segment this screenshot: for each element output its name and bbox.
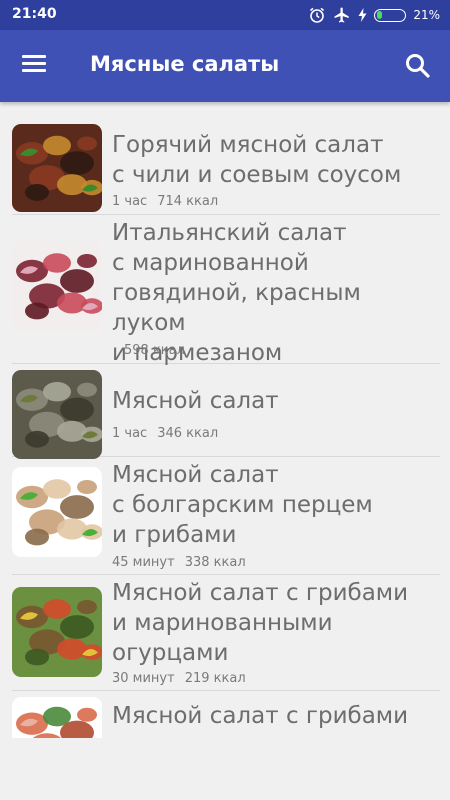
recipe-meta: 1 час 714 ккал <box>112 194 218 209</box>
battery-icon <box>374 8 407 22</box>
recipe-meta: 45 минут 338 ккал <box>112 555 246 570</box>
recipe-title-line: и грибами <box>112 522 237 548</box>
page-title: Мясные салаты <box>90 52 280 76</box>
alarm-icon <box>310 7 325 23</box>
recipe-time: 1 час <box>112 426 148 441</box>
recipe-thumbnail <box>12 124 102 212</box>
recipe-title: Мясной салат <box>112 386 440 416</box>
recipe-list-item[interactable]: Мясной салат с болгарским перцем и грибами… <box>12 457 440 575</box>
recipe-meta: 30 минут 219 ккал <box>112 671 246 686</box>
recipe-title-line: с болгарским перцем <box>112 492 373 518</box>
recipe-list-item[interactable]: Итальянский салат с маринованной говядиной… <box>12 215 440 366</box>
recipe-list-item[interactable]: Горячий мясной салат с чили и соевым соус… <box>12 118 440 215</box>
recipe-title-line: с чили и соевым соусом <box>112 162 402 188</box>
recipe-time: 1 час <box>112 194 148 209</box>
status-bar: 21:40 21% <box>0 0 450 30</box>
recipe-title: Мясной салат с грибами и маринованными огу… <box>112 578 440 668</box>
menu-button[interactable] <box>18 52 52 80</box>
recipe-title-line: Мясной салат с грибами <box>112 580 409 606</box>
recipe-meta: 598 ккал <box>124 343 185 358</box>
recipe-list-item[interactable]: Мясной салат с грибами <box>12 691 440 738</box>
recipe-calories: 598 ккал <box>124 343 185 358</box>
recipe-calories: 338 ккал <box>184 555 246 570</box>
recipe-title: Горячий мясной салат с чили и соевым соус… <box>112 130 440 190</box>
recipe-title-line: и маринованными <box>112 610 333 636</box>
recipe-time: 30 минут <box>112 671 175 686</box>
recipe-calories: 219 ккал <box>184 671 246 686</box>
recipe-list: Горячий мясной салат с чили и соевым соус… <box>0 118 450 738</box>
menu-icon <box>18 55 52 72</box>
recipe-title: Мясной салат с грибами <box>112 701 440 731</box>
recipe-title-line: огурцами <box>112 640 229 666</box>
recipe-calories: 714 ккал <box>157 194 219 209</box>
recipe-title-line: говядиной, красным луком <box>112 280 361 336</box>
search-button[interactable] <box>402 50 434 82</box>
recipe-title: Мясной салат с болгарским перцем и грибами <box>112 460 440 550</box>
recipe-title-line: Мясной салат <box>112 388 279 414</box>
search-icon <box>406 54 430 78</box>
recipe-list-item[interactable]: Мясной салат 1 час 346 ккал <box>12 364 440 459</box>
charging-icon <box>358 8 367 22</box>
recipe-thumbnail <box>12 241 102 331</box>
status-time: 21:40 <box>12 6 57 22</box>
app-bar: Мясные салаты <box>0 30 450 102</box>
recipe-title-line: с маринованной <box>112 250 309 276</box>
recipe-thumbnail <box>12 587 102 677</box>
recipe-time: 45 минут <box>112 555 175 570</box>
recipe-thumbnail <box>12 467 102 557</box>
battery-level <box>376 11 383 19</box>
recipe-thumbnail <box>12 370 102 459</box>
recipe-calories: 346 ккал <box>157 426 219 441</box>
recipe-list-item[interactable]: Мясной салат с грибами и маринованными огу… <box>12 575 440 691</box>
recipe-title-line: Итальянский салат <box>112 220 347 246</box>
status-icons: 21% <box>308 5 440 25</box>
recipe-title-line: Мясной салат <box>112 462 279 488</box>
recipe-meta: 1 час 346 ккал <box>112 426 218 441</box>
recipe-thumbnail <box>12 697 102 738</box>
battery-percent: 21% <box>413 8 440 22</box>
recipe-title-line: Мясной салат с грибами <box>112 703 409 729</box>
airplane-mode-icon <box>334 7 350 23</box>
recipe-title-line: Горячий мясной салат <box>112 132 384 158</box>
